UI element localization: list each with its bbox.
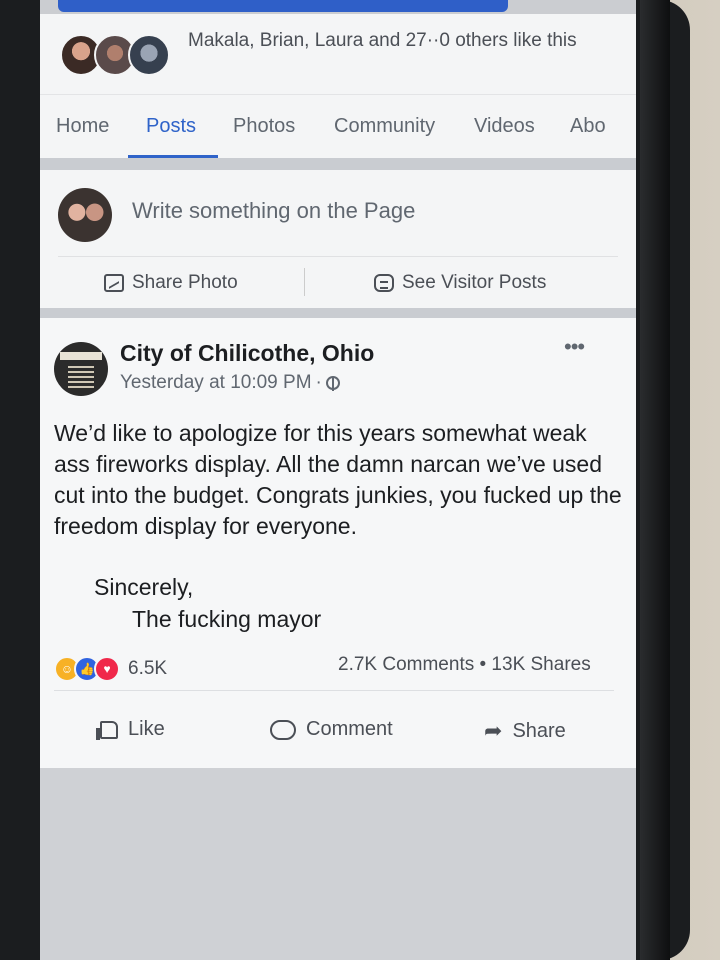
comments-shares-count[interactable]: 2.7K Comments • 13K Shares <box>338 654 591 676</box>
post-meta: Yesterday at 10:09 PM · <box>120 372 340 394</box>
post-signoff-line2: The fucking mayor <box>132 606 322 632</box>
post-text: We’d like to apologize for this years so… <box>54 420 622 539</box>
section-divider <box>40 158 636 170</box>
tab-posts[interactable]: Posts <box>146 115 196 138</box>
friend-avatars <box>60 34 172 78</box>
thumbs-up-icon <box>96 720 118 740</box>
avatar <box>128 34 170 76</box>
post-timestamp[interactable]: Yesterday at 10:09 PM <box>120 372 312 394</box>
divider <box>304 268 305 296</box>
write-post-input[interactable]: Write something on the Page <box>132 198 415 224</box>
share-button[interactable]: ➦ Share <box>484 718 566 744</box>
tab-home[interactable]: Home <box>56 115 109 138</box>
tab-community[interactable]: Community <box>334 115 435 138</box>
share-photo-label: Share Photo <box>132 272 238 293</box>
reaction-count: 6.5K <box>128 658 168 679</box>
post-author-name[interactable]: City of Chilicothe, Ohio <box>120 340 374 367</box>
phone-screen: Makala, Brian, Laura and 27··0 others li… <box>40 0 636 960</box>
share-photo-button[interactable]: Share Photo <box>104 272 238 294</box>
section-divider <box>40 308 636 318</box>
love-reaction-icon: ♥ <box>94 656 120 682</box>
visitor-posts-label: See Visitor Posts <box>402 272 547 293</box>
share-label: Share <box>512 719 566 742</box>
likes-summary-text: Makala, Brian, Laura and 27··0 others li… <box>188 30 577 51</box>
tab-about[interactable]: Abo <box>570 115 606 138</box>
meta-separator: · <box>315 372 322 393</box>
post-signoff-line1: Sincerely, <box>94 574 194 600</box>
post-card: City of Chilicothe, Ohio Yesterday at 10… <box>40 318 636 768</box>
divider <box>54 690 614 691</box>
empty-feed-area <box>40 768 636 960</box>
reactions-summary[interactable]: ☺ 👍 ♥ 6.5K <box>54 656 167 682</box>
tab-videos[interactable]: Videos <box>474 115 535 138</box>
like-label: Like <box>128 718 165 740</box>
page-logo[interactable] <box>54 342 108 396</box>
page-likes-row[interactable]: Makala, Brian, Laura and 27··0 others li… <box>40 14 636 94</box>
tab-photos[interactable]: Photos <box>233 115 295 138</box>
avatar <box>58 188 112 242</box>
globe-icon <box>325 376 340 391</box>
visitor-posts-icon <box>374 274 394 292</box>
see-visitor-posts-button[interactable]: See Visitor Posts <box>374 272 546 294</box>
comment-icon <box>270 719 296 740</box>
divider <box>58 256 618 257</box>
more-options-icon[interactable]: ••• <box>564 334 585 360</box>
page-nav-tabs: Home Posts Photos Community Videos Abo <box>40 94 636 159</box>
like-button[interactable]: Like <box>96 718 165 741</box>
phone-edge <box>640 0 670 960</box>
comment-button[interactable]: Comment <box>270 718 393 741</box>
share-icon: ➦ <box>484 718 503 743</box>
photo-icon <box>104 274 124 292</box>
comment-label: Comment <box>306 718 393 740</box>
cover-bar <box>58 0 508 12</box>
post-composer: Write something on the Page Share Photo … <box>40 170 636 308</box>
